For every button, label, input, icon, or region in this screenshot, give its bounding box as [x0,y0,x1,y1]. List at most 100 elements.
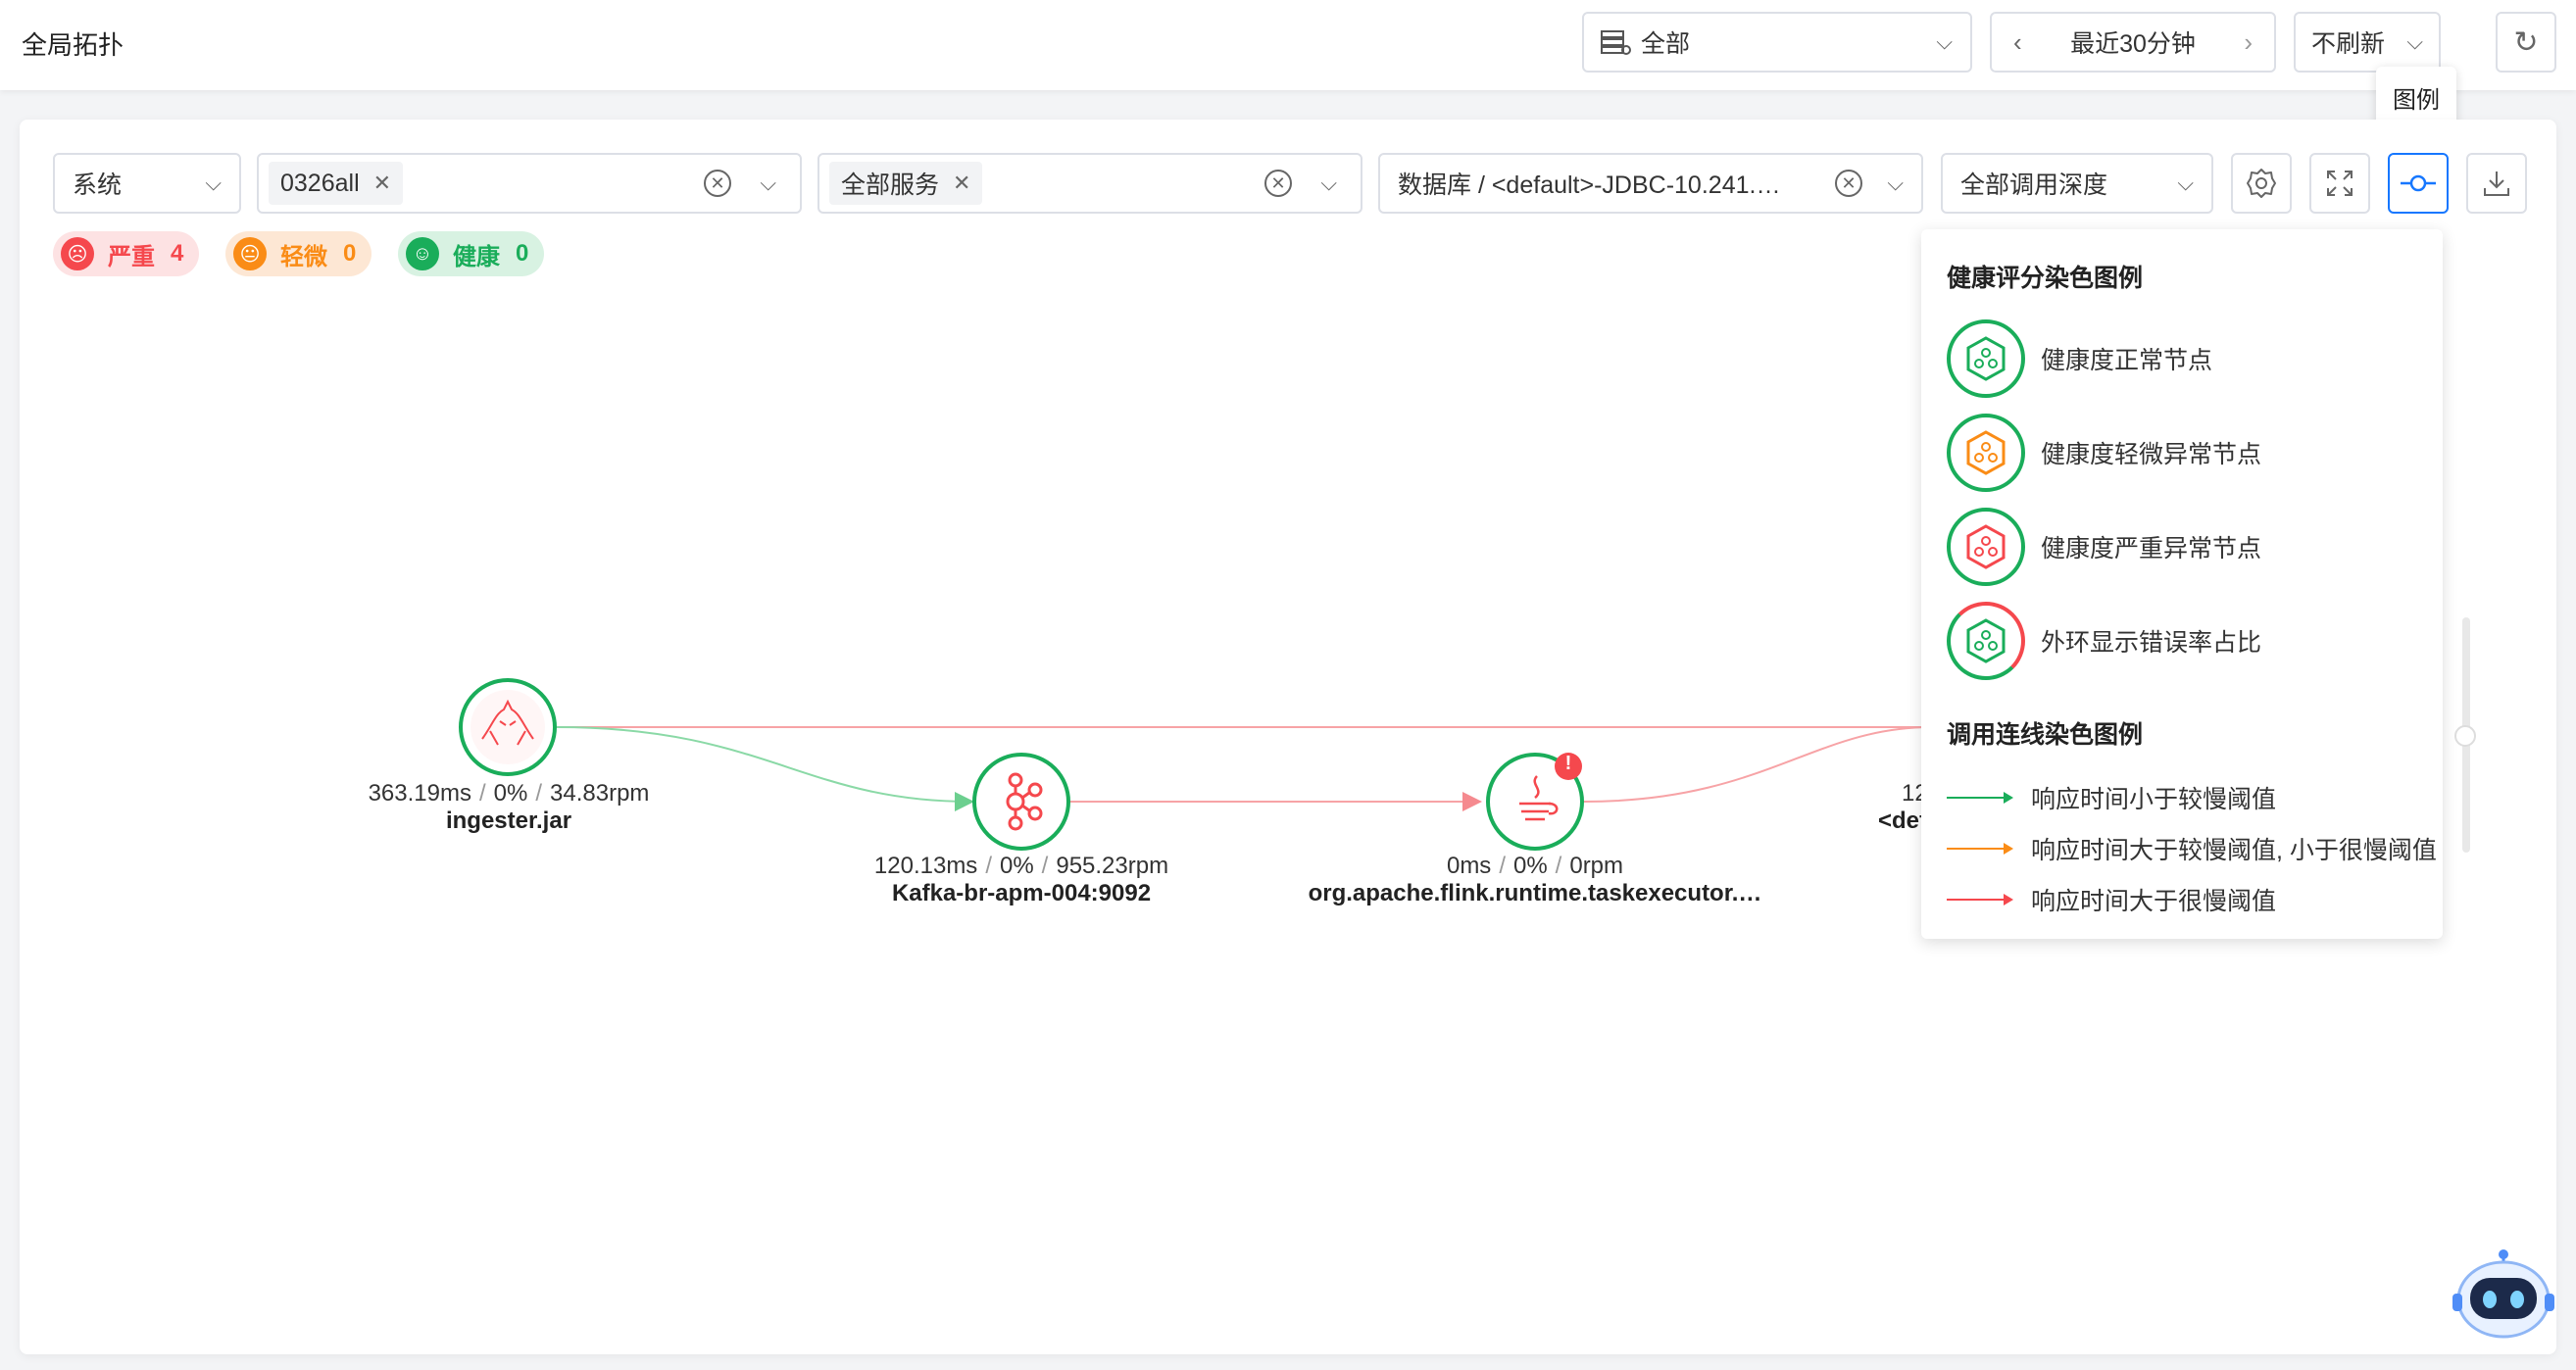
legend-item-normal: 健康度正常节点 [1947,319,2212,398]
chevron-down-icon: ⌵ [2177,171,2194,195]
legend-label: 健康度严重异常节点 [2041,535,2262,563]
error-rate: 0% [1512,853,1548,879]
download-button[interactable] [2466,153,2527,214]
call-depth-select[interactable]: 全部调用深度 ⌵ [1941,153,2213,214]
green-arrow-icon [1947,792,2013,804]
legend-label: 响应时间大于较慢阈值, 小于很慢阈值 [2031,837,2437,864]
severe-label: 严重 [108,243,155,270]
node-metrics: 120.13ms / 0% / 955.23rpm [847,853,1196,880]
tag-chip: 0326all ✕ [269,162,404,205]
node-metrics: 363.19ms / 0% / 34.83rpm [357,780,661,807]
legend-label: 健康度轻微异常节点 [2041,441,2262,468]
fullscreen-button[interactable] [2309,153,2370,214]
prev-range-icon[interactable]: ‹ [2013,27,2022,58]
chevron-down-icon: ⌵ [1320,171,1337,195]
severe-node-icon [1947,508,2025,586]
latency: 0ms [1446,853,1492,879]
gear-icon [2247,169,2276,198]
health-legend-title: 健康评分染色图例 [1947,265,2144,292]
minor-count: 0 [343,240,357,267]
database-icon [1600,28,1631,56]
orange-arrow-icon [1947,843,2013,855]
close-icon[interactable]: ✕ [373,171,391,196]
legend-button[interactable] [2388,153,2449,214]
sad-face-icon: ☹ [61,237,94,270]
next-range-icon[interactable]: › [2244,27,2253,58]
red-arrow-icon [1947,894,2013,905]
throughput: 955.23rpm [1056,853,1169,879]
time-range-value: 最近30分钟 [2070,30,2196,58]
refresh-select-value: 不刷新 [2311,30,2386,58]
service-chip-label: 全部服务 [841,171,940,199]
download-icon [2484,171,2509,196]
chevron-down-icon: ⌵ [1887,171,1904,195]
separator: / [985,853,992,879]
healthy-node-icon [1947,319,2025,398]
legend-line-fast: 响应时间小于较慢阈值 [1947,780,2276,815]
node-name[interactable]: org.apache.flink.runtime.taskexecutor.… [1290,880,1780,907]
settings-button[interactable] [2231,153,2292,214]
node-name[interactable]: <def [1878,807,1927,835]
separator: / [1499,853,1506,879]
legend-tooltip: 图例 [2376,67,2456,127]
close-icon[interactable]: ✕ [953,171,970,196]
line-legend-title: 调用连线染色图例 [1947,721,2144,749]
refresh-select[interactable]: 不刷新 ⌵ [2294,12,2441,73]
scope-select[interactable]: 全部 ⌵ [1582,12,1972,73]
top-bar: 全局拓扑 全部 ⌵ ‹ 最近30分钟 › 不刷新 ⌵ ↻ [0,0,2576,90]
clear-icon[interactable]: ✕ [1835,170,1862,197]
legend-label: 响应时间小于较慢阈值 [2031,786,2277,813]
fullscreen-icon [2327,171,2353,196]
service-chip: 全部服务 ✕ [829,162,983,205]
smile-face-icon: ☺ [406,237,439,270]
chevron-down-icon: ⌵ [760,171,776,195]
time-range-picker[interactable]: ‹ 最近30分钟 › [1990,12,2276,73]
legend-line-slow: 响应时间大于较慢阈值, 小于很慢阈值 [1947,831,2437,866]
throughput: 34.83rpm [550,780,650,807]
latency: 363.19ms [368,780,471,807]
clear-icon[interactable]: ✕ [1264,170,1292,197]
chevron-down-icon: ⌵ [2406,29,2423,54]
node-metrics: 0ms/0%/0rpm [1290,853,1780,880]
refresh-icon: ↻ [2513,25,2539,59]
separator: / [535,780,543,807]
minor-label: 轻微 [280,243,327,270]
error-rate: 0% [999,853,1034,879]
clear-icon[interactable]: ✕ [704,170,731,197]
system-select[interactable]: 系统 ⌵ [53,153,241,214]
legend-popover: 健康评分染色图例 健康度正常节点 健康度轻微异常节点 健康度严重异常节点 外环显… [1921,229,2443,939]
assistant-robot-button[interactable] [2451,1243,2556,1348]
legend-item-error-ring: 外环显示错误率占比 [1947,602,2261,680]
legend-icon [2401,174,2436,192]
system-select-value: 系统 [73,171,123,199]
legend-line-very-slow: 响应时间大于很慢阈值 [1947,882,2276,917]
tag-chip-label: 0326all [280,169,360,197]
healthy-status-pill[interactable]: ☺ 健康 0 [398,231,545,276]
scope-select-value: 全部 [1641,30,1691,58]
severe-status-pill[interactable]: ☹ 严重 4 [53,231,200,276]
robot-icon [2452,1249,2554,1339]
healthy-label: 健康 [453,243,500,270]
node-name[interactable]: Kafka-br-apm-004:9092 [847,880,1196,907]
separator: / [1555,853,1562,879]
database-select-value: 数据库 / <default>-JDBC-10.241.… [1398,171,1781,199]
error-ring-node-icon [1947,602,2025,680]
legend-label: 响应时间大于很慢阈值 [2031,888,2277,915]
separator: / [478,780,486,807]
minor-status-pill[interactable]: 😐 轻微 0 [225,231,372,276]
tag-select[interactable]: 0326all ✕ ✕ ⌵ [257,153,802,214]
severe-count: 4 [171,240,184,267]
minor-node-icon [1947,414,2025,492]
node-name[interactable]: ingester.jar [357,807,661,835]
legend-item-minor: 健康度轻微异常节点 [1947,414,2261,492]
node-error-badge: ! [1564,753,1572,774]
chevron-down-icon: ⌵ [1936,29,1953,54]
healthy-count: 0 [516,240,529,267]
latency: 120.13ms [873,853,978,879]
database-select[interactable]: 数据库 / <default>-JDBC-10.241.… ✕ ⌵ [1378,153,1923,214]
throughput: 0rpm [1569,853,1624,879]
zoom-slider-handle[interactable] [2454,725,2476,747]
service-select[interactable]: 全部服务 ✕ ✕ ⌵ [817,153,1362,214]
refresh-button[interactable]: ↻ [2496,12,2556,73]
error-rate: 0% [493,780,528,807]
